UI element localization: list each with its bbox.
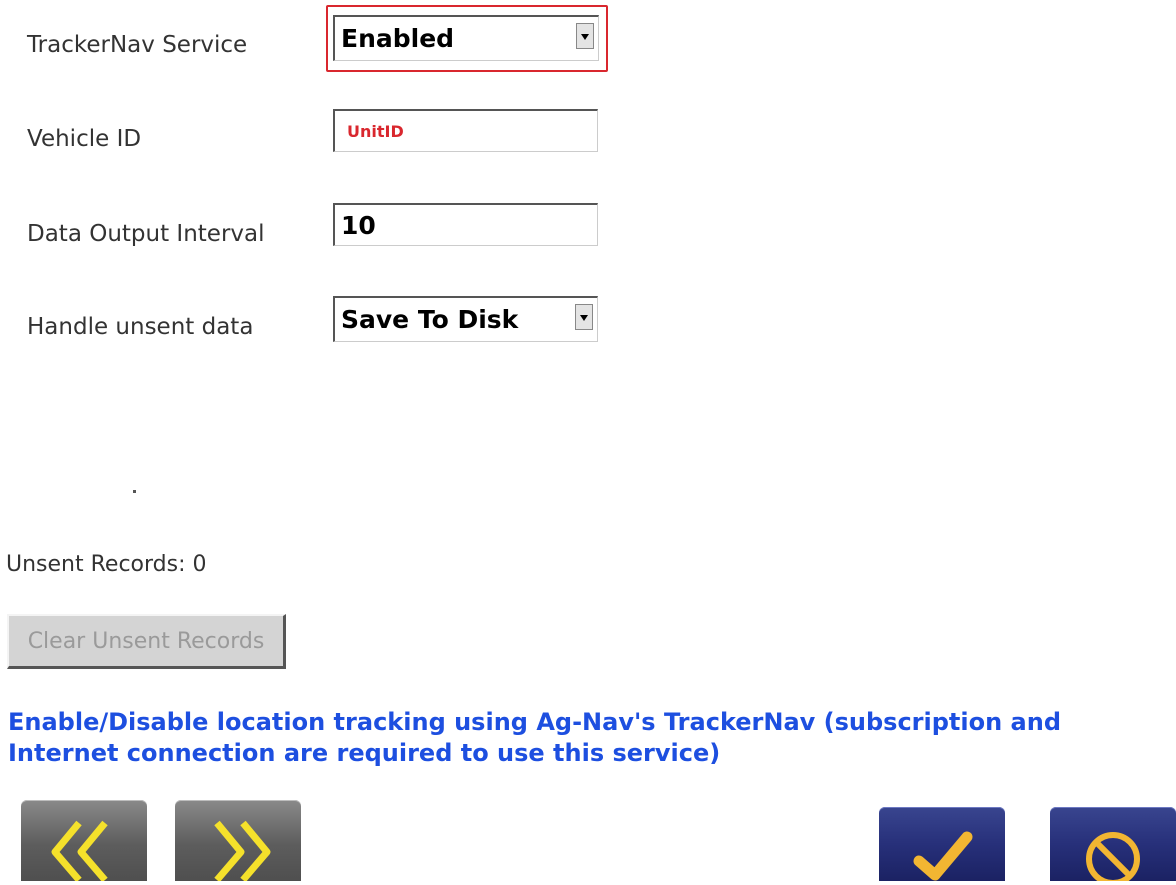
- prohibited-icon: [1086, 832, 1140, 885]
- handle-unsent-data-value: Save To Disk: [341, 305, 519, 334]
- clear-unsent-records-button[interactable]: Clear Unsent Records: [7, 614, 286, 669]
- help-text: Enable/Disable location tracking using A…: [8, 708, 1062, 767]
- data-output-interval-value: 10: [341, 210, 376, 240]
- chevron-down-icon[interactable]: [575, 304, 593, 330]
- trackernav-service-value: Enabled: [341, 24, 455, 53]
- chevron-down-icon[interactable]: [576, 23, 594, 49]
- vehicle-id-value: UnitID: [347, 121, 404, 141]
- handle-unsent-data-label: Handle unsent data: [27, 314, 254, 340]
- data-output-interval-label: Data Output Interval: [27, 221, 265, 247]
- vehicle-id-input[interactable]: UnitID: [333, 109, 598, 152]
- clear-unsent-records-label: Clear Unsent Records: [27, 628, 265, 654]
- cancel-button[interactable]: [1050, 807, 1176, 885]
- status-dot: .: [133, 490, 136, 493]
- double-chevron-left-icon: [51, 820, 108, 883]
- unsent-records-text: Unsent Records: 0: [6, 552, 207, 577]
- trackernav-service-select[interactable]: Enabled: [333, 15, 599, 61]
- trackernav-service-label: TrackerNav Service: [27, 32, 248, 58]
- double-chevron-right-icon: [214, 820, 271, 883]
- handle-unsent-data-select[interactable]: Save To Disk: [333, 296, 598, 342]
- previous-button[interactable]: [21, 800, 147, 883]
- vehicle-id-label: Vehicle ID: [27, 126, 142, 152]
- accept-button[interactable]: [879, 807, 1005, 881]
- data-output-interval-input[interactable]: 10: [333, 203, 598, 246]
- checkmark-icon: [913, 831, 973, 881]
- next-button[interactable]: [175, 800, 301, 883]
